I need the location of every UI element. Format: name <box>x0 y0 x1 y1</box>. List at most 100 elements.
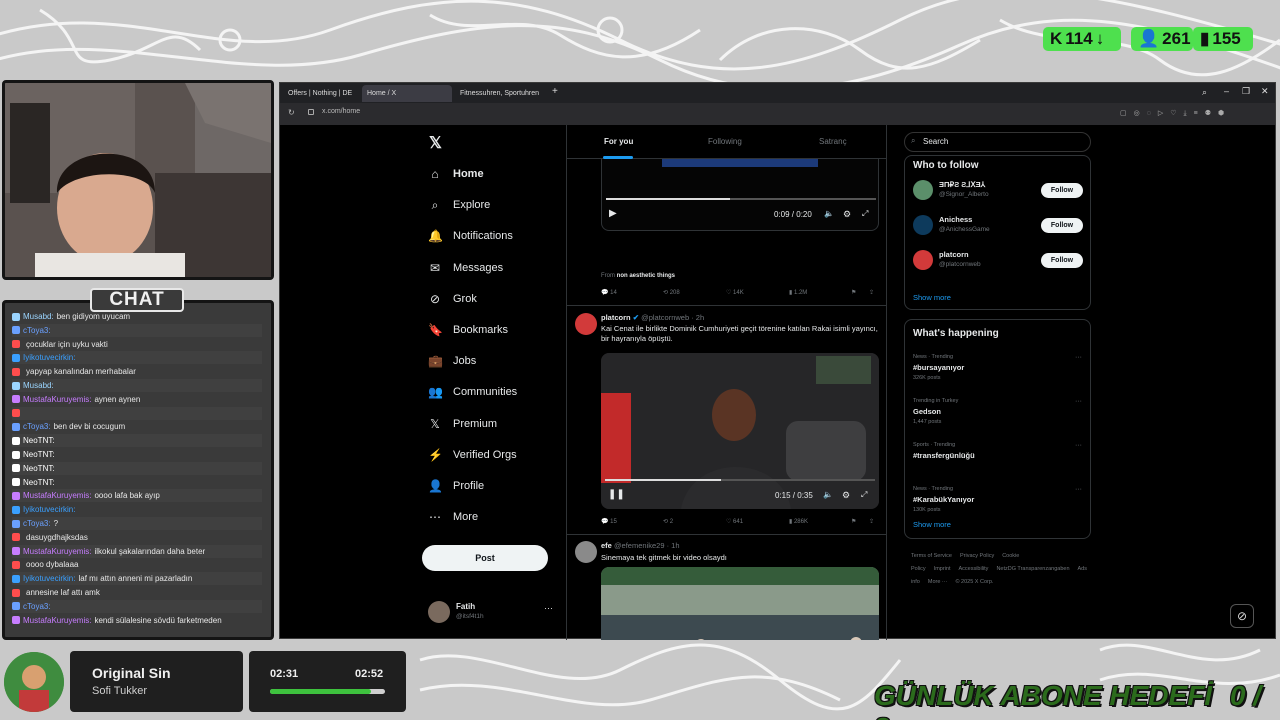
footer-link[interactable]: More ··· <box>928 579 948 585</box>
post-button[interactable]: Post <box>422 545 548 571</box>
trend-name[interactable]: #transfergünlüğü <box>913 451 975 460</box>
reply-icon[interactable]: 💬 15 <box>601 518 617 525</box>
follow-button[interactable]: Follow <box>1041 253 1083 268</box>
stat-badge-one: K 114 ↓ <box>1043 27 1121 51</box>
chat-message: MustafaKuruyemis: ilkokul şakalarından da… <box>12 545 262 558</box>
footer-link[interactable]: NetzDG Transparenzangaben <box>996 566 1069 572</box>
reply-icon[interactable]: 💬 14 <box>601 289 617 296</box>
show-more-trends[interactable]: Show more <box>913 520 951 529</box>
nav-item-premium[interactable]: 𝕏 Premium <box>428 412 497 436</box>
stat-one-value: 114 <box>1065 29 1093 48</box>
chat-username: MustafaKuruyemis: <box>23 394 92 404</box>
trend-more-icon[interactable]: ··· <box>1075 354 1082 361</box>
minimize-icon[interactable]: – <box>1224 86 1229 96</box>
tweet-video-1[interactable]: ▶ 0:09 / 0:20 🔈 ⚙ ⤢ <box>601 159 879 231</box>
views-icon[interactable]: ▮ 286K <box>789 518 808 525</box>
footer-link[interactable]: © 2025 X Corp. <box>955 579 993 585</box>
video-progress-2[interactable] <box>605 479 875 481</box>
pause-icon[interactable]: ❚❚ <box>608 489 625 500</box>
nav-item-jobs[interactable]: 💼 Jobs <box>428 349 476 373</box>
volume-icon[interactable]: 🔈 <box>824 209 834 218</box>
play-icon[interactable]: ▶ <box>609 208 617 219</box>
video-time: 0:09 / 0:20 <box>774 210 812 219</box>
tab-bar: Offers | Nothing | DE Home / X Fitnessuh… <box>280 83 1275 103</box>
x-logo-icon[interactable]: 𝕏 <box>429 133 442 153</box>
tweet2-author[interactable]: platcorn ✔ @platcornweb · 2h <box>601 313 704 322</box>
grok-icon[interactable]: ⊘ <box>1230 604 1254 628</box>
fullscreen-icon-2[interactable]: ⤢ <box>861 490 867 500</box>
more-dots-icon[interactable]: ··· <box>544 603 553 613</box>
nav-item-bookmarks[interactable]: 🔖 Bookmarks <box>428 318 508 342</box>
reload-icon[interactable]: ↻ <box>288 108 295 117</box>
tweet-avatar-efe[interactable] <box>575 541 597 563</box>
nav-item-home[interactable]: ⌂ Home <box>428 162 483 186</box>
nav-item-verified-orgs[interactable]: ⚡ Verified Orgs <box>428 443 517 467</box>
nav-item-communities[interactable]: 👥 Communities <box>428 380 517 404</box>
nav-item-grok[interactable]: ⊘ Grok <box>428 287 477 311</box>
extension-icons[interactable]: ▢◎◌▷♡⤓≡⚉⬢ <box>1120 109 1231 118</box>
nav-item-more[interactable]: ⋯ More <box>428 505 478 529</box>
tweet-image-3[interactable] <box>601 567 879 640</box>
new-tab-icon[interactable]: + <box>552 86 558 97</box>
trend-more-icon[interactable]: ··· <box>1075 486 1082 493</box>
url-field[interactable]: x.com/home <box>322 108 360 115</box>
footer-link[interactable]: Terms of Service <box>911 553 952 559</box>
share-icon[interactable]: ⇪ <box>869 518 874 525</box>
stat-three-value: 155 <box>1212 29 1241 48</box>
suggestion-name[interactable]: platcorn <box>939 250 969 259</box>
suggestion-avatar[interactable] <box>913 215 933 235</box>
like-icon[interactable]: ♡ 641 <box>726 518 743 525</box>
maximize-icon[interactable]: ❐ <box>1242 86 1250 97</box>
nav-item-profile[interactable]: 👤 Profile <box>428 474 484 498</box>
tweet3-author[interactable]: efe @efemenike29 · 1h <box>601 541 680 550</box>
stat-two-value: 261 <box>1162 29 1191 48</box>
nav-item-messages[interactable]: ✉ Messages <box>428 256 503 280</box>
views-icon[interactable]: ▮ 1.2M <box>789 289 807 296</box>
like-icon[interactable]: ♡ 14K <box>726 289 744 296</box>
nav-item-notifications[interactable]: 🔔 Notifications <box>428 224 513 248</box>
footer-link[interactable]: Privacy Policy <box>960 553 994 559</box>
bookmark-icon[interactable]: ⚑ <box>851 518 856 525</box>
trend-name[interactable]: #KarabükYanıyor <box>913 495 974 504</box>
suggestion-name[interactable]: Anichess <box>939 215 972 224</box>
chat-text: dasuygdhajksdas <box>26 532 88 542</box>
tab-for-you[interactable]: For you <box>604 137 633 146</box>
show-more-follow[interactable]: Show more <box>913 293 951 302</box>
whats-happening-panel: What's happening News · Trending #bursaya… <box>904 319 1091 539</box>
trend-more-icon[interactable]: ··· <box>1075 442 1082 449</box>
tab-satranc[interactable]: Satranç <box>819 137 847 146</box>
tweet-avatar-platcorn[interactable] <box>575 313 597 335</box>
trend-name[interactable]: Gedson <box>913 407 941 416</box>
close-window-icon[interactable]: ✕ <box>1261 86 1269 97</box>
tab-following[interactable]: Following <box>708 137 742 146</box>
settings-icon[interactable]: ⚙ <box>843 209 851 220</box>
video-progress[interactable] <box>606 198 876 200</box>
chat-username: MustafaKuruyemis: <box>23 546 92 556</box>
trend-more-icon[interactable]: ··· <box>1075 398 1082 405</box>
nav-label: Verified Orgs <box>453 448 517 461</box>
footer-link[interactable]: Imprint <box>934 566 951 572</box>
share-icon[interactable]: ⇪ <box>869 289 874 296</box>
account-switcher[interactable]: Fatih @itsf4t1h ··· <box>428 599 558 625</box>
trend-name[interactable]: #bursayanıyor <box>913 363 964 372</box>
repost-icon[interactable]: ⟲ 2 <box>663 518 673 525</box>
tab-fitness[interactable]: Fitnessuhren, Sportuhren <box>455 85 545 102</box>
suggestion-avatar[interactable] <box>913 250 933 270</box>
tweet-video-2[interactable]: ❚❚ 0:15 / 0:35 🔈 ⚙ ⤢ <box>601 353 879 509</box>
tab-x-home[interactable]: Home / X <box>362 85 452 102</box>
search-tabs-icon[interactable]: ⌕ <box>1202 87 1207 98</box>
bookmark-icon[interactable]: ⚑ <box>851 289 856 296</box>
nav-item-explore[interactable]: ⌕ Explore <box>428 193 491 217</box>
repost-icon[interactable]: ⟲ 208 <box>663 289 680 296</box>
footer-link[interactable]: Accessibility <box>958 566 988 572</box>
suggestion-name[interactable]: ƎΠ₽Ƨ Ƨ⅃ⅩƎ⅄ <box>939 180 985 189</box>
song-artist: Sofi Tukker <box>92 685 148 697</box>
follow-button[interactable]: Follow <box>1041 183 1083 198</box>
search-input[interactable]: Search <box>904 132 1091 152</box>
settings-icon-2[interactable]: ⚙ <box>842 490 850 501</box>
fullscreen-icon[interactable]: ⤢ <box>862 209 868 219</box>
tab-offers[interactable]: Offers | Nothing | DE <box>283 85 359 102</box>
suggestion-avatar[interactable] <box>913 180 933 200</box>
volume-icon-2[interactable]: 🔈 <box>823 490 833 499</box>
follow-button[interactable]: Follow <box>1041 218 1083 233</box>
